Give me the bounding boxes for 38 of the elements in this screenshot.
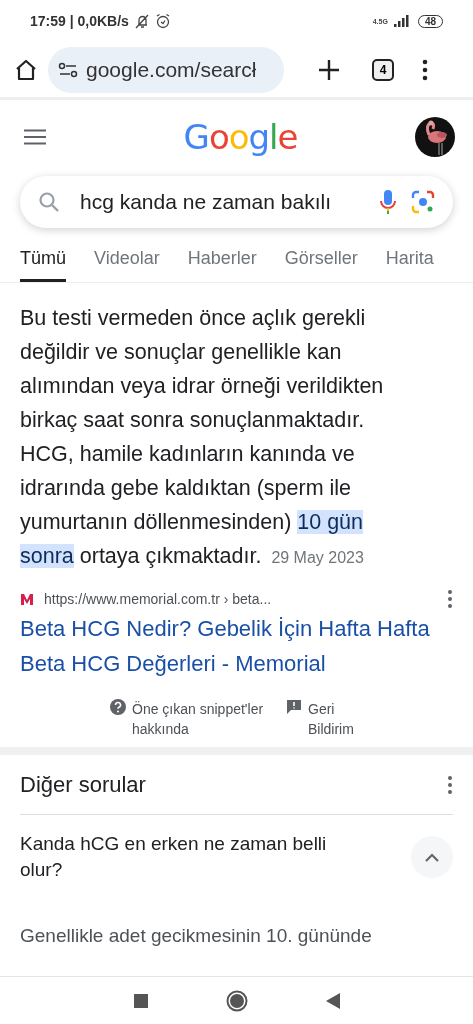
search-tab[interactable]: Tümü (20, 244, 66, 282)
menu-icon[interactable] (422, 58, 428, 81)
site-settings-icon (58, 61, 78, 78)
question-text[interactable]: Kanda hCG en erken ne zaman belli olur? (20, 831, 330, 883)
search-field[interactable]: hcg kanda ne zaman bakılı (20, 176, 453, 228)
more-icon[interactable] (447, 589, 453, 609)
new-tab-icon[interactable] (318, 58, 340, 81)
bell-off-icon (133, 13, 150, 29)
signal-icon (393, 15, 412, 27)
menu-icon[interactable] (24, 129, 46, 145)
recents-icon[interactable] (133, 993, 148, 1008)
tab-count-button[interactable]: 4 (372, 58, 394, 81)
help-icon (110, 699, 126, 715)
search-tab[interactable]: Harita (385, 244, 434, 282)
alarm-icon (154, 13, 171, 29)
back-icon[interactable] (325, 992, 340, 1009)
address-bar[interactable]: google.com/searcł (48, 46, 284, 93)
microphone-icon[interactable] (379, 189, 397, 215)
search-tab[interactable]: Videolar (94, 244, 160, 282)
chevron-icon (425, 852, 439, 862)
search-tab[interactable]: Görseller (284, 244, 358, 282)
result-link[interactable]: Beta HCG Nedir? Gebelik İçin Hafta Hafta Beta HCG Değerleri - Memorial (20, 611, 430, 681)
home-icon[interactable] (225, 989, 248, 1012)
snippet-text: Bu testi vermeden önce açlık gerekli değildir ve sonuçlar genellikle kan alımından veya idrar örneği verildikten birkaç saat sonra sonuçlanmaktadır. HCG, hamile kadınların kanında ve idrarında gebe kaldıktan (sperm ile yumurtanın döllenmesinden) 10 gün sonra ortaya çıkmaktadır. 29 May 2023 (20, 305, 385, 570)
section-heading: Diğer sorular (20, 771, 146, 798)
feedback-icon (286, 699, 302, 715)
camera-lens-icon[interactable] (411, 190, 435, 214)
source-url: https://www.memorial.com.tr › beta... (44, 591, 273, 607)
answer-text: Genellikle adet gecikmesinin 10. gününde (20, 925, 373, 947)
search-icon (38, 191, 60, 213)
home-icon[interactable] (14, 57, 38, 82)
about-link[interactable]: Öne çıkan snippet'ler hakkında (132, 699, 272, 739)
search-tab[interactable]: Haberler (187, 244, 257, 282)
feedback-link[interactable]: Geri Bildirim (308, 699, 368, 739)
status-time: 17:59 | 0,0KB/s (30, 13, 129, 29)
google-logo[interactable]: Google (183, 117, 298, 157)
more-icon[interactable] (447, 774, 453, 795)
site-logo-icon (20, 593, 34, 605)
